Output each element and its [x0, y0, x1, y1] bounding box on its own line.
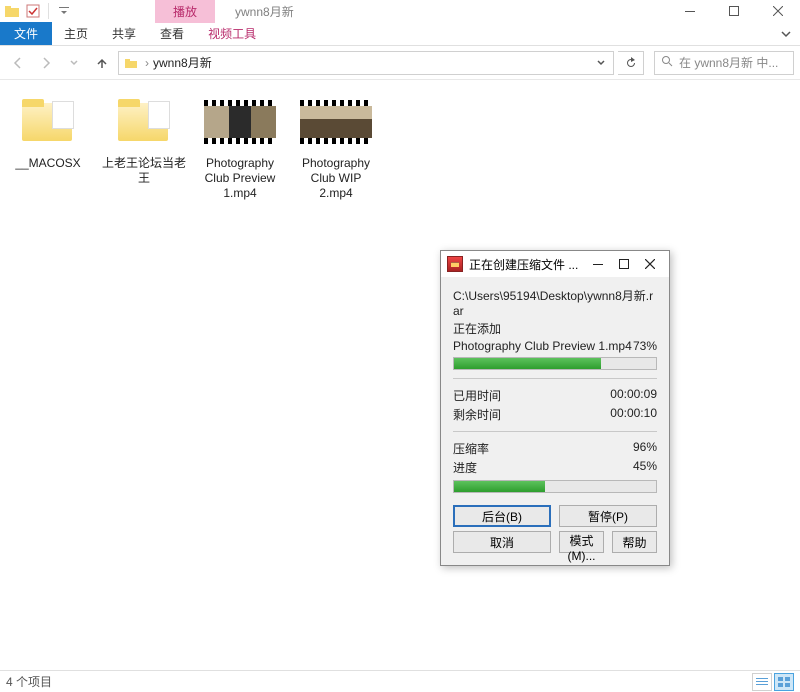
pause-button[interactable]: 暂停(P) — [559, 505, 657, 527]
address-bar[interactable]: › ywnn8月新 — [118, 51, 614, 75]
adding-label: 正在添加 — [453, 320, 657, 337]
mode-button[interactable]: 模式(M)... — [559, 531, 604, 553]
qat-dropdown-icon[interactable] — [53, 0, 75, 22]
window-controls — [668, 0, 800, 22]
total-progress-label: 进度 — [453, 459, 477, 476]
current-file-name: Photography Club Preview 1.mp4 — [453, 339, 632, 353]
refresh-button[interactable] — [618, 51, 644, 75]
search-box[interactable]: 在 ywnn8月新 中... — [654, 51, 794, 75]
contextual-tab-group: 播放 — [155, 0, 215, 23]
dialog-close-button[interactable] — [637, 254, 663, 274]
folder-item[interactable]: __MACOSX — [6, 92, 90, 201]
breadcrumb-folder-icon — [121, 56, 141, 70]
item-label: 上老王论坛当老王 — [102, 156, 186, 186]
item-count: 4 个项目 — [6, 673, 52, 690]
item-label: __MACOSX — [15, 156, 80, 171]
video-item[interactable]: Photography Club WIP 2.mp4 — [294, 92, 378, 201]
current-file-percent: 73% — [633, 339, 657, 353]
dialog-body: C:\Users\95194\Desktop\ywnn8月新.rar 正在添加 … — [441, 277, 669, 505]
details-view-button[interactable] — [752, 673, 772, 691]
total-progress-value: 45% — [633, 459, 657, 476]
ribbon-tabs: 文件 主页 共享 查看 视频工具 — [0, 22, 800, 46]
quick-access-toolbar — [0, 0, 75, 22]
ribbon-tab-video-tools[interactable]: 视频工具 — [196, 22, 268, 45]
nav-back-button[interactable] — [6, 51, 30, 75]
title-bar: 播放 ywnn8月新 — [0, 0, 800, 22]
nav-forward-button[interactable] — [34, 51, 58, 75]
qat-checkbox-icon[interactable] — [22, 0, 44, 22]
ribbon-tab-view[interactable]: 查看 — [148, 22, 196, 45]
remaining-value: 00:00:10 — [610, 406, 657, 423]
close-button[interactable] — [756, 0, 800, 22]
video-thumbnail-icon — [204, 100, 276, 144]
item-label: Photography Club Preview 1.mp4 — [198, 156, 282, 201]
ribbon-file-tab[interactable]: 文件 — [0, 22, 52, 45]
archive-path: C:\Users\95194\Desktop\ywnn8月新.rar — [453, 287, 657, 318]
help-button[interactable]: 帮助 — [612, 531, 657, 553]
window-title: ywnn8月新 — [235, 3, 294, 20]
navigation-bar: › ywnn8月新 在 ywnn8月新 中... — [0, 46, 800, 80]
total-progress-bar — [453, 480, 657, 493]
dialog-title-bar[interactable]: 正在创建压缩文件 ... — [441, 251, 669, 277]
folder-app-icon — [4, 3, 20, 19]
elapsed-value: 00:00:09 — [610, 387, 657, 404]
compression-ratio-label: 压缩率 — [453, 440, 489, 457]
folder-icon — [116, 99, 172, 145]
search-placeholder: 在 ywnn8月新 中... — [679, 54, 778, 71]
elapsed-label: 已用时间 — [453, 387, 501, 404]
dialog-buttons: 后台(B) 暂停(P) 取消 模式(M)... 帮助 — [441, 505, 669, 565]
cancel-button[interactable]: 取消 — [453, 531, 551, 553]
icons-view-button[interactable] — [774, 673, 794, 691]
dialog-maximize-button[interactable] — [611, 254, 637, 274]
remaining-label: 剩余时间 — [453, 406, 501, 423]
view-switcher — [752, 673, 794, 691]
ribbon-tab-share[interactable]: 共享 — [100, 22, 148, 45]
breadcrumb-separator[interactable]: › — [141, 56, 153, 70]
nav-recent-dropdown[interactable] — [62, 51, 86, 75]
folder-icon — [20, 99, 76, 145]
video-item[interactable]: Photography Club Preview 1.mp4 — [198, 92, 282, 201]
nav-up-button[interactable] — [90, 51, 114, 75]
breadcrumb-dropdown-icon[interactable] — [591, 56, 611, 70]
ribbon-tab-home[interactable]: 主页 — [52, 22, 100, 45]
maximize-button[interactable] — [712, 0, 756, 22]
compression-ratio-value: 96% — [633, 440, 657, 457]
status-bar: 4 个项目 — [0, 670, 800, 692]
winrar-icon — [447, 256, 463, 272]
ribbon-expand-button[interactable] — [772, 22, 800, 45]
video-thumbnail-icon — [300, 100, 372, 144]
file-list[interactable]: __MACOSX 上老王论坛当老王 Photography Club Previ… — [0, 80, 800, 670]
folder-item[interactable]: 上老王论坛当老王 — [102, 92, 186, 201]
search-icon — [661, 55, 673, 70]
dialog-title: 正在创建压缩文件 ... — [469, 256, 585, 273]
dialog-minimize-button[interactable] — [585, 254, 611, 274]
winrar-progress-dialog: 正在创建压缩文件 ... C:\Users\95194\Desktop\ywnn… — [440, 250, 670, 566]
background-button[interactable]: 后台(B) — [453, 505, 551, 527]
file-progress-bar — [453, 357, 657, 370]
item-label: Photography Club WIP 2.mp4 — [294, 156, 378, 201]
breadcrumb-item[interactable]: ywnn8月新 — [153, 54, 212, 71]
minimize-button[interactable] — [668, 0, 712, 22]
contextual-tab-play: 播放 — [155, 0, 215, 23]
